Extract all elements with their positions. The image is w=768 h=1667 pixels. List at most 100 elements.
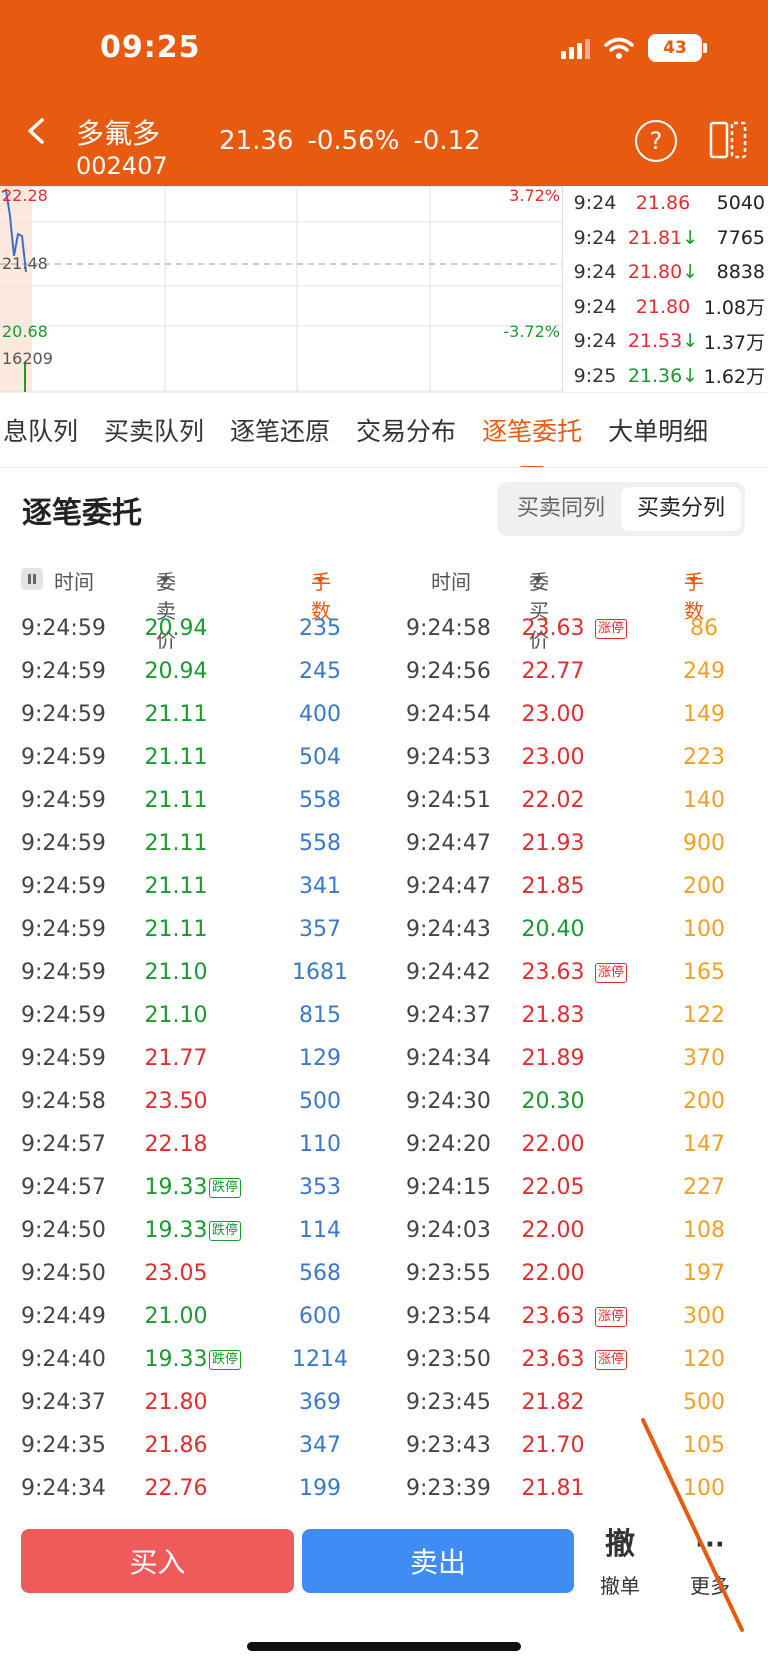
segment-same-column[interactable]: 买卖同列	[501, 487, 621, 531]
view-segment: 买卖同列 买卖分列	[497, 482, 745, 536]
chart-volume: 16209	[2, 349, 53, 368]
intraday-chart[interactable]: 22.28 3.72% 21.48 20.68 -3.72% 16209	[0, 186, 562, 392]
buy-time: 9:24:47	[406, 831, 491, 856]
pause-icon[interactable]	[21, 568, 43, 590]
tab-queue[interactable]: 息队列	[0, 412, 91, 448]
table-row: 9:24:35 21.86 347 9:23:43 21.70 105	[0, 1425, 768, 1468]
sell-price: 21.00	[144, 1304, 208, 1329]
sell-qty: 245	[299, 659, 341, 684]
buy-price: 21.81	[521, 1476, 585, 1501]
chart-price-high: 22.28	[2, 186, 48, 205]
buy-time: 9:24:53	[406, 745, 491, 770]
col-time-sell: 时间	[54, 570, 94, 594]
tab-trade-distribution[interactable]: 交易分布	[343, 412, 469, 448]
table-row: 9:24:59 20.94 245 9:24:56 22.77 249	[0, 651, 768, 694]
limit-up-badge: 涨停	[595, 1350, 628, 1370]
help-icon[interactable]: ?	[635, 120, 677, 162]
table-row: 9:24:59 21.11 558 9:24:51 22.02 140	[0, 780, 768, 823]
more-icon: ···	[695, 1530, 725, 1560]
buy-button[interactable]: 买入	[21, 1529, 294, 1593]
buy-price: 22.00	[521, 1261, 585, 1286]
table-row: 9:24:57 19.33 353 9:24:15 22.05 227 跌停	[0, 1167, 768, 1210]
sell-qty: 235	[299, 616, 341, 641]
tab-big-order[interactable]: 大单明细	[595, 412, 721, 448]
buy-price: 20.40	[521, 917, 585, 942]
buy-qty: 200	[683, 1089, 725, 1114]
sell-time: 9:24:40	[21, 1347, 106, 1372]
buy-qty: 200	[683, 874, 725, 899]
buy-time: 9:23:54	[406, 1304, 491, 1329]
change: -0.12	[413, 126, 481, 156]
buy-qty: 100	[683, 917, 725, 942]
more-label: 更多	[690, 1574, 730, 1598]
sell-qty: 369	[299, 1390, 341, 1415]
cancel-order-button[interactable]: 撤 撤单	[592, 1526, 648, 1599]
table-row: 9:24:59 21.11 504 9:24:53 23.00 223	[0, 737, 768, 780]
sell-time: 9:24:59	[21, 702, 106, 727]
more-button[interactable]: ··· 更多	[680, 1526, 740, 1599]
stock-name: 多氟多	[76, 117, 161, 150]
cancel-icon: 撤	[605, 1527, 635, 1562]
sell-button[interactable]: 卖出	[302, 1529, 574, 1593]
sell-time: 9:24:59	[21, 788, 106, 813]
table-row: 9:24:59 21.10 1681 9:24:42 23.63 165 涨停	[0, 952, 768, 995]
sell-qty: 558	[299, 788, 341, 813]
buy-qty: 86	[690, 616, 718, 641]
buy-price: 22.05	[521, 1175, 585, 1200]
sell-time: 9:24:35	[21, 1433, 106, 1458]
buy-price: 23.00	[521, 702, 585, 727]
back-icon[interactable]	[24, 118, 50, 144]
sell-price: 21.11	[144, 874, 208, 899]
sell-time: 9:24:50	[21, 1218, 106, 1243]
col-qty-buy[interactable]: 手数	[684, 566, 704, 623]
tick-row: 9:24 21.80↓ 8838	[573, 261, 765, 284]
sell-price: 21.11	[144, 831, 208, 856]
chart-price-mid: 21.48	[2, 254, 48, 273]
buy-qty: 120	[683, 1347, 725, 1372]
col-qty-sell[interactable]: 手数	[311, 566, 331, 623]
buy-time: 9:23:39	[406, 1476, 491, 1501]
buy-price: 21.93	[521, 831, 585, 856]
tick-row: 9:24 21.81↓ 7765	[573, 226, 765, 249]
tab-tick-restore[interactable]: 逐笔还原	[217, 412, 343, 448]
buy-price: 21.85	[521, 874, 585, 899]
buy-qty: 100	[683, 1476, 725, 1501]
limit-up-badge: 涨停	[595, 1307, 628, 1327]
tab-bid-ask-queue[interactable]: 买卖队列	[91, 412, 217, 448]
sell-time: 9:24:59	[21, 1003, 106, 1028]
switch-layout-icon[interactable]	[708, 120, 748, 160]
table-row: 9:24:40 19.33 1214 9:23:50 23.63 120 跌停 涨停	[0, 1339, 768, 1382]
buy-time: 9:24:42	[406, 960, 491, 985]
table-row: 9:24:58 23.50 500 9:24:30 20.30 200	[0, 1081, 768, 1124]
sell-price: 19.33	[144, 1347, 208, 1372]
buy-qty: 108	[683, 1218, 725, 1243]
buy-qty: 105	[683, 1433, 725, 1458]
sell-price: 20.94	[144, 659, 208, 684]
limit-up-badge: 涨停	[595, 619, 628, 639]
sell-qty: 353	[299, 1175, 341, 1200]
table-row: 9:24:37 21.80 369 9:23:45 21.82 500	[0, 1382, 768, 1425]
chart-price-low: 20.68	[2, 322, 48, 341]
segment-split-column[interactable]: 买卖分列	[621, 487, 741, 531]
col-time-buy: 时间	[431, 570, 471, 594]
buy-qty: 149	[683, 702, 725, 727]
sell-qty: 114	[299, 1218, 341, 1243]
buy-time: 9:23:55	[406, 1261, 491, 1286]
sell-qty: 1214	[292, 1347, 348, 1372]
col-sell-price[interactable]: 委卖价	[156, 566, 176, 652]
sell-time: 9:24:57	[21, 1175, 106, 1200]
sell-time: 9:24:58	[21, 1089, 106, 1114]
tab-order-by-order[interactable]: 逐笔委托	[469, 412, 595, 467]
col-buy-price[interactable]: 委买价	[529, 566, 549, 652]
buy-price: 21.83	[521, 1003, 585, 1028]
column-header: 时间 委卖价 手数 时间 委买价 手数	[0, 566, 768, 652]
buy-time: 9:23:45	[406, 1390, 491, 1415]
section-title: 逐笔委托	[22, 496, 142, 531]
tick-row: 9:24 21.80 1.08万	[573, 295, 765, 320]
buy-price: 23.00	[521, 745, 585, 770]
buy-time: 9:24:30	[406, 1089, 491, 1114]
sell-time: 9:24:59	[21, 831, 106, 856]
sell-time: 9:24:59	[21, 1046, 106, 1071]
order-list: 9:24:59 20.94 235 9:24:58 23.63 86 涨停 9:24:59 20…	[0, 608, 768, 1511]
buy-qty: 122	[683, 1003, 725, 1028]
